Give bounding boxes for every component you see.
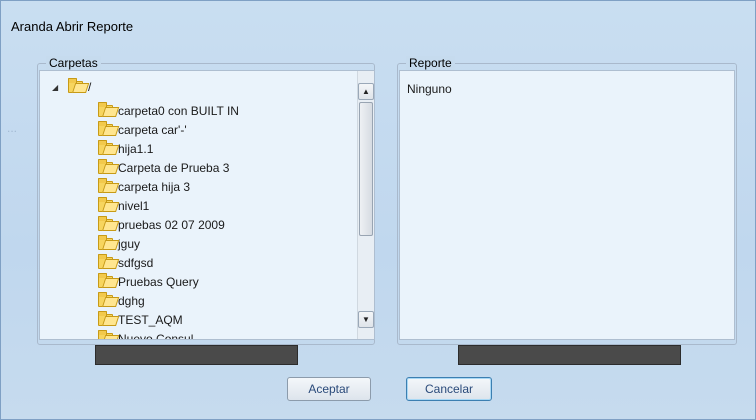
report-list[interactable]: Ninguno [399, 70, 735, 340]
folder-icon [98, 215, 113, 231]
vertical-scrollbar[interactable]: ▲ ▼ [357, 71, 374, 339]
open-report-dialog: ... Aranda Abrir Reporte Carpetas ◢ / ca… [0, 0, 756, 420]
tree-item[interactable]: pruebas 02 07 2009 [98, 215, 239, 234]
tree-item[interactable]: sdfgsd [98, 253, 239, 272]
folder-icon [98, 120, 113, 136]
folder-icon [98, 253, 113, 269]
folder-icon [98, 272, 113, 288]
scroll-down-icon[interactable]: ▼ [358, 311, 374, 328]
tree-item[interactable]: hija1.1 [98, 139, 239, 158]
tree-item-label: Carpeta de Prueba 3 [118, 160, 230, 175]
tree-item[interactable]: Carpeta de Prueba 3 [98, 158, 239, 177]
folder-icon [98, 310, 113, 326]
tree-item[interactable]: carpeta car'-' [98, 120, 239, 139]
folder-icon [98, 158, 113, 174]
tree-item[interactable]: TEST_AQM [98, 310, 239, 329]
tree-item-label: carpeta car'-' [118, 122, 187, 137]
tree-item-label: carpeta0 con BUILT IN [118, 103, 239, 118]
report-legend: Reporte [406, 56, 455, 70]
tree-item-label: nivel1 [118, 198, 150, 213]
tree-item-label: Nuevo Consul... [118, 331, 204, 340]
folder-icon [98, 177, 113, 193]
tree-item-label: dghg [118, 293, 145, 308]
tree-item-label: pruebas 02 07 2009 [118, 217, 225, 232]
folder-list: carpeta0 con BUILT IN carpeta car'-' hij… [98, 101, 239, 340]
folder-icon [98, 329, 113, 339]
window-title: Aranda Abrir Reporte [11, 19, 134, 34]
tree-root-node[interactable]: ◢ / [52, 78, 91, 94]
folder-icon [98, 101, 113, 117]
tree-item-label: Pruebas Query [118, 274, 199, 289]
tree-item[interactable]: carpeta0 con BUILT IN [98, 101, 239, 120]
tree-item-label: hija1.1 [118, 141, 154, 156]
tree-item[interactable]: dghg [98, 291, 239, 310]
tree-item[interactable]: Nuevo Consul... [98, 329, 239, 340]
tree-item-label: TEST_AQM [118, 312, 183, 327]
tree-item-label: sdfgsd [118, 255, 154, 270]
tree-item[interactable]: carpeta hija 3 [98, 177, 239, 196]
tree-item-label: jguy [118, 236, 141, 251]
folder-icon [98, 196, 113, 212]
tree-item[interactable]: jguy [98, 234, 239, 253]
tree-item[interactable]: nivel1 [98, 196, 239, 215]
cancel-button[interactable]: Cancelar [406, 377, 492, 401]
scroll-thumb[interactable] [359, 102, 373, 236]
background-app-text: ... [7, 121, 18, 135]
report-name-field[interactable] [458, 345, 681, 365]
report-value[interactable]: Ninguno [407, 82, 452, 96]
tree-item[interactable]: Pruebas Query [98, 272, 239, 291]
folder-path-field[interactable] [95, 345, 298, 365]
accept-button[interactable]: Aceptar [287, 377, 371, 401]
folder-icon [98, 291, 113, 307]
folder-icon [68, 78, 83, 93]
tree-item-label: carpeta hija 3 [118, 179, 191, 194]
expander-icon[interactable]: ◢ [52, 83, 62, 92]
folder-tree[interactable]: ◢ / carpeta0 con BUILT IN carpeta car'-'… [39, 70, 375, 340]
scroll-up-icon[interactable]: ▲ [358, 83, 374, 100]
folder-icon [98, 139, 113, 155]
folder-icon [98, 234, 113, 250]
folders-legend: Carpetas [46, 56, 101, 70]
